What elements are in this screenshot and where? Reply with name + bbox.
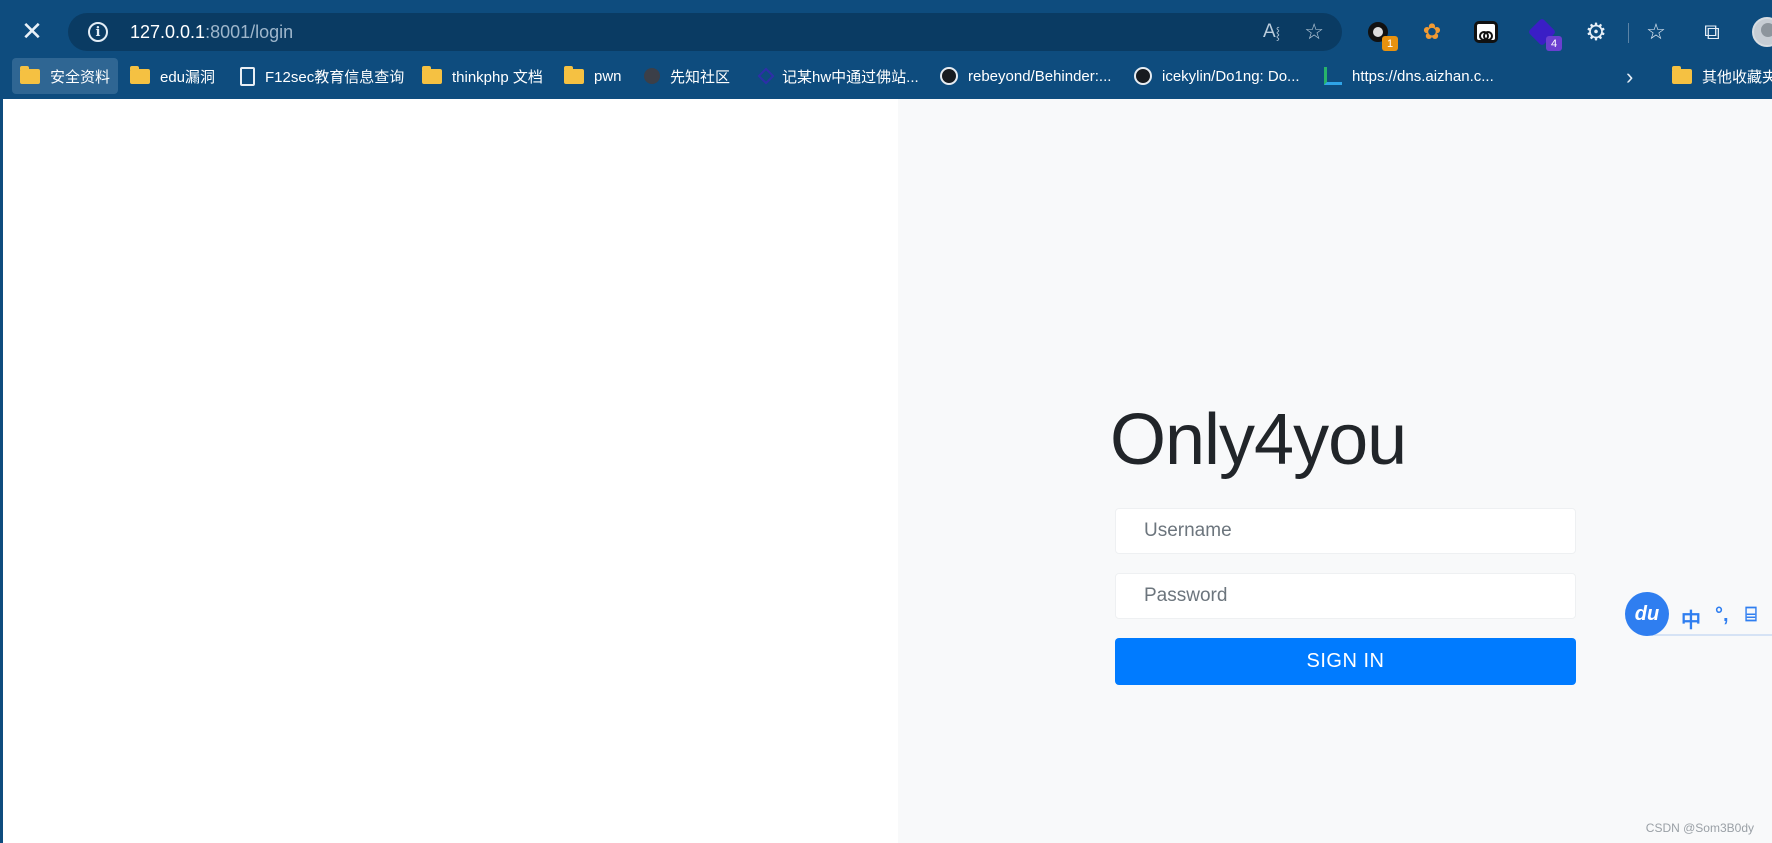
bookmark-item[interactable]: 先知社区 — [636, 58, 738, 94]
ext-badge: 4 — [1546, 36, 1562, 51]
bookmark-item[interactable]: rebeyond/Behinder:... — [932, 58, 1119, 94]
url-path: :8001/login — [205, 22, 294, 42]
bookmark-folder[interactable]: 其他收藏夹 — [1664, 58, 1772, 94]
bookmark-label: 记某hw中通过佛站... — [782, 68, 919, 86]
collections-icon[interactable]: ⧉ — [1696, 16, 1728, 48]
bookmark-folder[interactable]: thinkphp 文档 — [414, 58, 551, 94]
folder-icon — [20, 65, 40, 84]
ext-ring-icon[interactable]: 1 — [1362, 16, 1398, 51]
bookmark-label: https://dns.aizhan.c... — [1352, 67, 1494, 85]
folder-icon — [564, 65, 584, 84]
baidu-ime-icon[interactable]: du — [1625, 592, 1669, 636]
extensions-icon[interactable]: ⚙ — [1580, 16, 1612, 48]
bookmark-folder[interactable]: pwn — [556, 58, 630, 94]
site-icon — [644, 68, 660, 84]
ime-language-toggle[interactable]: 中 — [1681, 604, 1701, 633]
sign-in-button[interactable]: SIGN IN — [1115, 638, 1576, 685]
bookmark-item[interactable]: F12sec教育信息查询 — [232, 58, 412, 94]
password-input[interactable] — [1115, 573, 1576, 619]
url-host: 127.0.0.1 — [130, 22, 206, 42]
ext-badge: 1 — [1382, 36, 1398, 51]
address-bar[interactable]: i 127.0.0.1:8001/login A⸾ ☆ — [68, 13, 1342, 51]
bookmark-item[interactable]: 记某hw中通过佛站... — [752, 58, 927, 94]
bookmark-label: 安全资料 — [50, 68, 111, 86]
login-panel: Only4you SIGN IN — [898, 99, 1772, 843]
profile-avatar[interactable] — [1752, 17, 1772, 47]
bookmark-label: 其他收藏夹 — [1702, 68, 1772, 86]
ime-punctuation-toggle[interactable]: °, — [1715, 604, 1729, 627]
site-icon — [757, 67, 775, 85]
left-panel — [3, 99, 898, 843]
page-viewport: Only4you SIGN IN CSDN @Som3B0dy — [3, 99, 1772, 843]
chevron-right-icon[interactable]: › — [1626, 64, 1633, 90]
bookmark-label: thinkphp 文档 — [452, 68, 543, 86]
bookmark-label: edu漏洞 — [160, 68, 216, 86]
github-icon — [1134, 67, 1152, 85]
bookmark-label: F12sec教育信息查询 — [265, 68, 405, 86]
ext-gem-icon[interactable]: 4 — [1526, 16, 1562, 51]
toolbar-divider — [1628, 23, 1629, 43]
read-aloud-icon[interactable]: A⸾ — [1263, 21, 1280, 43]
ext-mask-icon[interactable] — [1470, 16, 1502, 48]
browser-toolbar: ✕ i 127.0.0.1:8001/login A⸾ ☆ 1 ✿ 4 ⚙ ☆ … — [0, 0, 1772, 64]
bookmark-label: 先知社区 — [670, 68, 731, 86]
document-icon — [240, 66, 255, 86]
url-text[interactable]: 127.0.0.1:8001/login — [130, 22, 293, 43]
bookmark-label: pwn — [594, 67, 622, 85]
folder-icon — [1672, 65, 1692, 84]
bookmark-item[interactable]: https://dns.aizhan.c... — [1316, 58, 1502, 94]
stop-loading-button[interactable]: ✕ — [14, 14, 50, 50]
ext-cookie-icon[interactable]: ✿ — [1416, 16, 1448, 48]
add-favorite-icon[interactable]: ☆ — [1304, 19, 1324, 45]
favorites-icon[interactable]: ☆ — [1640, 16, 1672, 48]
github-icon — [940, 67, 958, 85]
ime-toolbar: du 中 °, ⌸ — [1625, 592, 1772, 638]
info-icon[interactable]: i — [88, 22, 108, 42]
site-icon — [1324, 67, 1342, 85]
bookmark-label: rebeyond/Behinder:... — [968, 67, 1112, 85]
brand-heading: Only4you — [1110, 400, 1407, 480]
ime-toolbox-icon[interactable]: ⌸ — [1745, 604, 1757, 627]
folder-icon — [130, 65, 150, 84]
ime-underline — [1645, 634, 1772, 636]
bookmark-label: icekylin/Do1ng: Do... — [1162, 67, 1300, 85]
bookmark-item[interactable]: icekylin/Do1ng: Do... — [1126, 58, 1308, 94]
watermark: CSDN @Som3B0dy — [1645, 821, 1754, 835]
bookmarks-bar: 安全资料 edu漏洞 F12sec教育信息查询 thinkphp 文档 pwn … — [0, 56, 1772, 98]
bookmark-folder[interactable]: edu漏洞 — [122, 58, 223, 94]
bookmark-folder[interactable]: 安全资料 — [12, 58, 119, 94]
username-input[interactable] — [1115, 508, 1576, 554]
folder-icon — [422, 65, 442, 84]
